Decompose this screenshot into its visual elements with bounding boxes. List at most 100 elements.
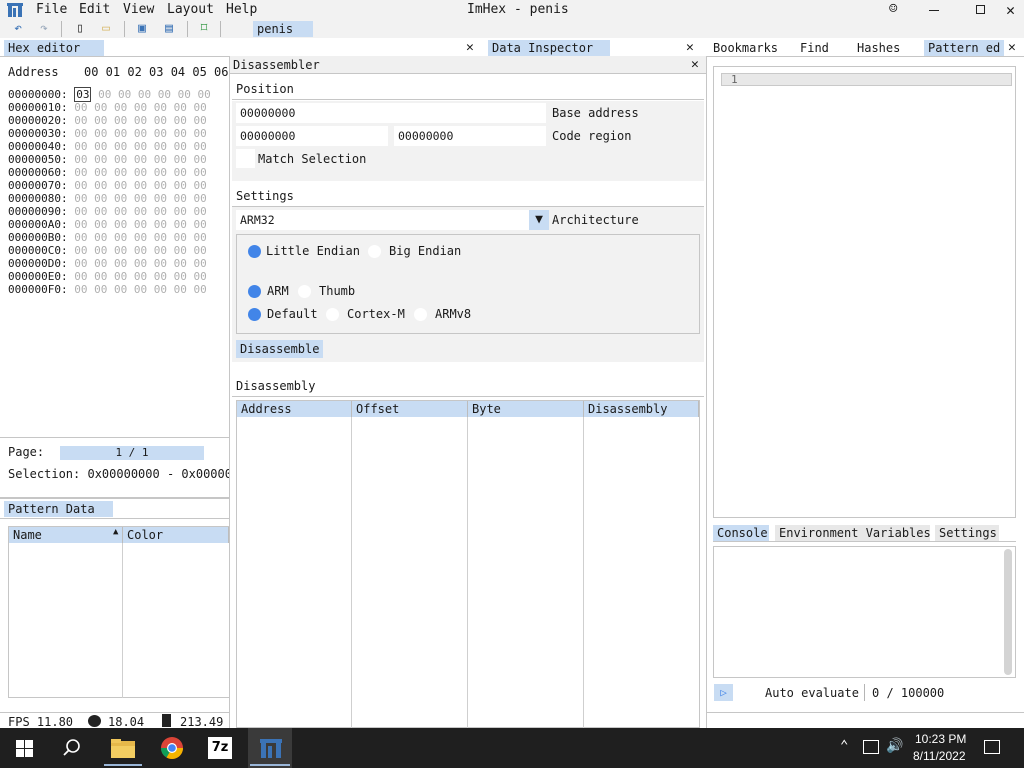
status-value-3: 213.49 — [180, 715, 224, 729]
cortex-m-radio[interactable] — [326, 308, 339, 321]
column-address[interactable]: Address — [237, 401, 352, 417]
auto-evaluate-label: Auto evaluate — [765, 686, 859, 700]
hex-row[interactable]: 00000030: 00 00 00 00 00 00 00 — [8, 127, 229, 140]
hex-row[interactable]: 00000080: 00 00 00 00 00 00 00 — [8, 192, 229, 205]
hex-row[interactable]: 00000090: 00 00 00 00 00 00 00 — [8, 205, 229, 218]
toolbar-separator — [220, 21, 221, 37]
architecture-select[interactable]: ARM32 — [236, 210, 530, 230]
tab-hashes[interactable]: Hashes — [853, 40, 917, 56]
tab-settings[interactable]: Settings — [935, 525, 999, 541]
hex-row[interactable]: 000000A0: 00 00 00 00 00 00 00 — [8, 218, 229, 231]
hex-row[interactable]: 00000050: 00 00 00 00 00 00 00 — [8, 153, 229, 166]
fps-counter: FPS 11.80 — [8, 715, 74, 729]
big-endian-radio[interactable] — [368, 245, 381, 258]
dropdown-arrow-icon[interactable]: ▼ — [529, 210, 549, 230]
column-name[interactable]: Name — [9, 527, 123, 543]
hex-row[interactable]: 00000070: 00 00 00 00 00 00 00 — [8, 179, 229, 192]
divider — [713, 541, 1016, 542]
minimize-icon[interactable] — [929, 10, 939, 11]
tab-hex-editor[interactable]: Hex editor — [4, 40, 104, 56]
data-inspector-close-icon[interactable]: ✕ — [686, 41, 694, 55]
code-region-start-input[interactable]: 00000000 — [236, 126, 388, 146]
little-endian-radio[interactable] — [248, 245, 261, 258]
hex-row[interactable]: 000000D0: 00 00 00 00 00 00 00 — [8, 257, 229, 270]
tab-find[interactable]: Find — [796, 40, 848, 56]
menu-layout[interactable]: Layout — [167, 2, 214, 17]
disassembler-close-icon[interactable]: ✕ — [691, 58, 699, 72]
divider — [864, 684, 865, 701]
hex-editor-close-icon[interactable]: ✕ — [466, 41, 474, 55]
bookmark-icon[interactable]: ⌑ — [196, 21, 212, 37]
volume-icon[interactable]: 🔊 — [886, 738, 903, 754]
disassembly-table — [236, 400, 700, 728]
auto-evaluate-checkbox[interactable] — [741, 683, 760, 702]
settings-header: Settings — [236, 189, 294, 203]
clock-time[interactable]: 10:23 PM — [915, 732, 966, 746]
new-file-icon[interactable]: ▯ — [72, 21, 88, 37]
armv8-radio[interactable] — [414, 308, 427, 321]
arm-radio[interactable] — [248, 285, 261, 298]
open-folder-icon[interactable]: ▭ — [98, 21, 114, 37]
menu-edit[interactable]: Edit — [79, 2, 110, 17]
column-offset[interactable]: Offset — [352, 401, 468, 417]
sevenzip-icon[interactable]: 7z — [208, 737, 232, 759]
menu-view[interactable]: View — [123, 2, 154, 17]
column-color[interactable]: Color — [123, 527, 229, 543]
console-scrollbar[interactable] — [1004, 549, 1012, 675]
column-divider — [583, 417, 584, 728]
console-output[interactable] — [713, 546, 1016, 678]
evaluation-counter: 0 / 100000 — [872, 686, 945, 700]
tab-console[interactable]: Console — [713, 525, 769, 541]
network-icon[interactable] — [863, 740, 879, 754]
tab-data-inspector[interactable]: Data Inspector — [488, 40, 610, 56]
tab-pattern-data[interactable]: Pattern Data — [4, 501, 113, 517]
column-disassembly[interactable]: Disassembly — [584, 401, 699, 417]
window-close-icon[interactable]: ✕ — [1006, 3, 1015, 18]
base-address-input[interactable]: 00000000 — [236, 103, 546, 123]
sort-up-icon[interactable]: ▲ — [113, 527, 118, 537]
selected-byte[interactable]: 03 — [74, 87, 92, 102]
undo-icon[interactable]: ↶ — [10, 21, 26, 37]
hex-row[interactable]: 00000000: 03 00 00 00 00 00 00 — [8, 87, 229, 102]
tab-bookmarks[interactable]: Bookmarks — [709, 40, 793, 56]
restore-icon[interactable] — [976, 5, 985, 14]
divider — [0, 56, 229, 57]
hex-row[interactable]: 000000B0: 00 00 00 00 00 00 00 — [8, 231, 229, 244]
hex-row[interactable]: 00000010: 00 00 00 00 00 00 00 — [8, 101, 229, 114]
hex-row[interactable]: 00000060: 00 00 00 00 00 00 00 — [8, 166, 229, 179]
tab-environment-variables[interactable]: Environment Variables — [775, 525, 931, 541]
column-byte[interactable]: Byte — [468, 401, 584, 417]
file-tab[interactable]: penis — [253, 21, 313, 37]
chrome-icon[interactable] — [157, 733, 187, 763]
menu-file[interactable]: File — [36, 2, 67, 17]
pattern-editor-area[interactable] — [713, 66, 1016, 518]
search-icon[interactable] — [62, 738, 82, 758]
smiley-icon[interactable]: ☺ — [889, 1, 897, 17]
chevron-up-icon[interactable]: ⌃ — [840, 738, 848, 754]
save-icon[interactable]: ▣ — [134, 21, 150, 37]
hex-row[interactable]: 00000020: 00 00 00 00 00 00 00 — [8, 114, 229, 127]
clock-date[interactable]: 8/11/2022 — [913, 749, 966, 763]
code-region-end-input[interactable]: 00000000 — [394, 126, 546, 146]
tab-pattern-editor[interactable]: Pattern ed — [924, 40, 1004, 56]
disassemble-button[interactable]: Disassemble — [236, 340, 324, 358]
hex-row[interactable]: 000000F0: 00 00 00 00 00 00 00 — [8, 283, 229, 296]
divider — [0, 437, 229, 438]
thumb-radio[interactable] — [298, 285, 311, 298]
default-radio[interactable] — [248, 308, 261, 321]
menu-help[interactable]: Help — [226, 2, 257, 17]
windows-start-icon[interactable] — [16, 740, 33, 757]
hex-row[interactable]: 000000E0: 00 00 00 00 00 00 00 — [8, 270, 229, 283]
hex-row[interactable]: 000000C0: 00 00 00 00 00 00 00 — [8, 244, 229, 257]
page-slider[interactable]: 1 / 1 — [60, 446, 204, 460]
pattern-editor-close-icon[interactable]: ✕ — [1008, 41, 1016, 55]
save-as-icon[interactable]: ▤ — [161, 21, 177, 37]
hex-row[interactable]: 00000040: 00 00 00 00 00 00 00 — [8, 140, 229, 153]
notifications-icon[interactable] — [984, 740, 1000, 754]
run-play-icon[interactable]: ▷ — [714, 684, 733, 701]
file-explorer-icon[interactable] — [108, 733, 138, 763]
thumb-label: Thumb — [319, 284, 356, 298]
imhex-taskbar-icon[interactable] — [256, 733, 286, 763]
match-selection-checkbox[interactable] — [236, 149, 255, 168]
redo-icon[interactable]: ↷ — [36, 21, 52, 37]
